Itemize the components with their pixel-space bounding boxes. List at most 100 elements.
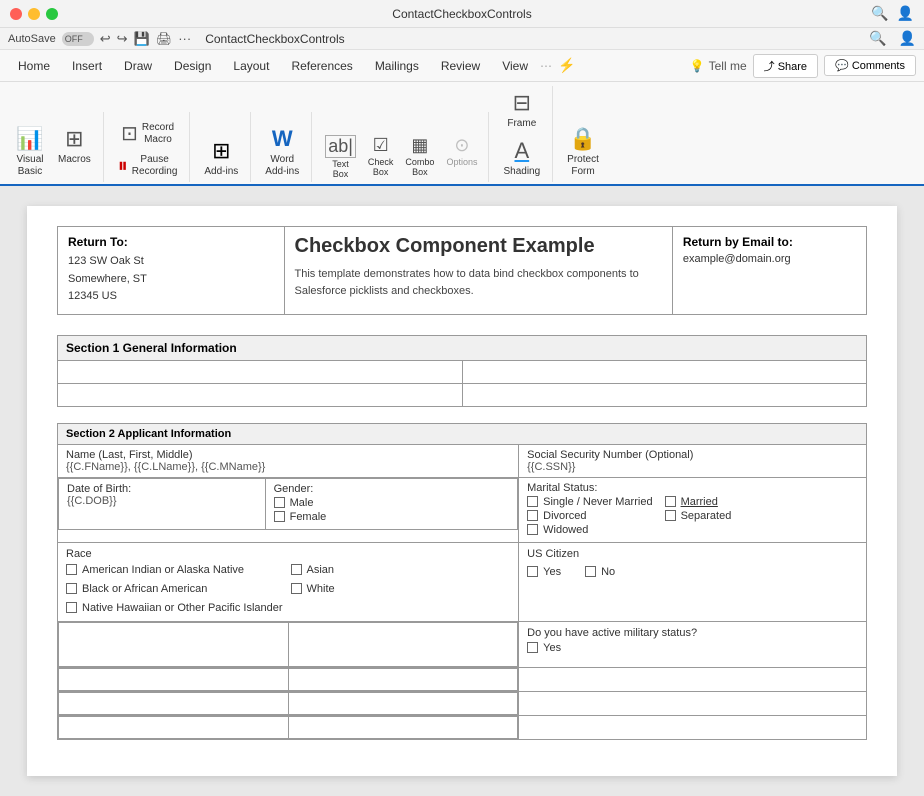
marital-separated-checkbox[interactable] bbox=[665, 510, 676, 521]
toolbar-group-layout: ⊟ Frame A Shading bbox=[495, 86, 553, 182]
pause-recording-icon: ⏸ bbox=[118, 155, 128, 178]
race-nhpi-checkbox[interactable] bbox=[66, 602, 77, 613]
search-icon[interactable]: 🔍 bbox=[871, 5, 888, 22]
race-baa-row: Black or African American bbox=[66, 583, 283, 595]
dob-gender-cell: Date of Birth: {{C.DOB}} Gender: Male bbox=[58, 477, 519, 542]
empty-row1-inner bbox=[58, 668, 518, 691]
marital-cell: Marital Status: Single / Never Married D… bbox=[519, 477, 867, 542]
nav-review[interactable]: Review bbox=[431, 55, 490, 77]
marital-divorced-checkbox[interactable] bbox=[527, 510, 538, 521]
options-button[interactable]: ⊙ Options bbox=[441, 132, 482, 182]
marital-separated-row: Separated bbox=[665, 510, 732, 522]
empty-row3 bbox=[58, 715, 519, 739]
nav-mailings[interactable]: Mailings bbox=[365, 55, 429, 77]
gender-male-checkbox[interactable] bbox=[274, 497, 285, 508]
military-yes-checkbox[interactable] bbox=[527, 642, 538, 653]
ssn-cell: Social Security Number (Optional) {{C.SS… bbox=[519, 444, 867, 477]
pause-recording-button[interactable]: ⏸ PauseRecording bbox=[112, 150, 184, 182]
search-icon-right[interactable]: 🔍 bbox=[869, 30, 886, 47]
nav-draw[interactable]: Draw bbox=[114, 55, 162, 77]
nav-references[interactable]: References bbox=[281, 55, 362, 77]
word-add-ins-button[interactable]: W WordAdd-ins bbox=[259, 122, 305, 182]
email-address: example@domain.org bbox=[683, 253, 856, 265]
marital-married-row: Married bbox=[665, 496, 732, 508]
toolbar-group-addins: ⊞ Add-ins bbox=[196, 112, 251, 182]
military-yes-row: Yes bbox=[527, 642, 858, 654]
gender-male-row: Male bbox=[274, 497, 510, 509]
autosave-bar: AutoSave OFF ↩ ↪ 💾 🖨 ··· ContactCheckbox… bbox=[0, 28, 924, 50]
title-bar: ContactCheckboxControls 🔍 👤 bbox=[0, 0, 924, 28]
protect-form-button[interactable]: 🔒 ProtectForm bbox=[561, 122, 605, 182]
doc-header-title: Checkbox Component Example bbox=[295, 235, 662, 258]
military-yes-label: Yes bbox=[543, 642, 561, 654]
check-box-button[interactable]: ☑ CheckBox bbox=[363, 132, 399, 182]
comments-button[interactable]: 💬 Comments bbox=[824, 55, 916, 76]
citizen-no-checkbox[interactable] bbox=[585, 566, 596, 577]
record-macro-button[interactable]: ⊡ RecordMacro bbox=[115, 117, 180, 150]
marital-single-label: Single / Never Married bbox=[543, 496, 652, 508]
race-col1: American Indian or Alaska Native Black o… bbox=[66, 562, 283, 616]
marital-separated-label: Separated bbox=[681, 510, 732, 522]
text-box-button[interactable]: ab| TextBox bbox=[320, 132, 361, 182]
frame-button[interactable]: ⊟ Frame bbox=[501, 86, 542, 134]
gender-female-checkbox[interactable] bbox=[274, 511, 285, 522]
print-icon[interactable]: 🖨 bbox=[156, 31, 173, 47]
empty-r2c2 bbox=[288, 692, 518, 714]
marital-widowed-label: Widowed bbox=[543, 524, 588, 536]
marital-single-row: Single / Never Married bbox=[527, 496, 652, 508]
race-nhpi-row: Native Hawaiian or Other Pacific Islande… bbox=[66, 602, 283, 614]
autosave-toggle[interactable]: OFF bbox=[62, 32, 94, 46]
empty-row2-inner bbox=[58, 692, 518, 715]
nav-layout[interactable]: Layout bbox=[223, 55, 279, 77]
citizen-cell: US Citizen Yes No bbox=[519, 542, 867, 621]
citizen-yes-label: Yes bbox=[543, 566, 561, 578]
text-box-icon: ab| bbox=[325, 135, 356, 158]
marital-widowed-row: Widowed bbox=[527, 524, 652, 536]
marital-columns: Single / Never Married Divorced Widowed bbox=[527, 494, 858, 538]
redo-icon[interactable]: ↪ bbox=[117, 31, 128, 47]
marital-single-checkbox[interactable] bbox=[527, 496, 538, 507]
name-value: {{C.FName}}, {{C.LName}}, {{C.MName}} bbox=[66, 461, 510, 473]
empty-r3c1 bbox=[59, 716, 289, 738]
macros-button[interactable]: ⊞ Macros bbox=[52, 122, 97, 182]
empty-r3c2 bbox=[288, 716, 518, 738]
race-aian-checkbox[interactable] bbox=[66, 564, 77, 575]
account-icon[interactable]: 👤 bbox=[897, 5, 914, 22]
more-icon[interactable]: ··· bbox=[178, 31, 191, 46]
gender-label: Gender: bbox=[274, 483, 510, 495]
nav-insert[interactable]: Insert bbox=[62, 55, 112, 77]
minimize-button[interactable] bbox=[28, 8, 40, 20]
toolbar-group-word: W WordAdd-ins bbox=[257, 112, 312, 182]
tell-me-field[interactable]: 💡 Tell me bbox=[690, 59, 747, 73]
add-ins-button[interactable]: ⊞ Add-ins bbox=[198, 134, 244, 182]
undo-icon[interactable]: ↩ bbox=[100, 31, 111, 47]
share-button[interactable]: ⤴ Share bbox=[753, 54, 818, 78]
macros-icon: ⊞ bbox=[65, 126, 83, 152]
race-white-checkbox[interactable] bbox=[291, 583, 302, 594]
race-baa-checkbox[interactable] bbox=[66, 583, 77, 594]
maximize-button[interactable] bbox=[46, 8, 58, 20]
section1-row2-col1 bbox=[58, 383, 463, 406]
marital-widowed-checkbox[interactable] bbox=[527, 524, 538, 535]
save-icon[interactable]: 💾 bbox=[134, 31, 150, 47]
nav-home[interactable]: Home bbox=[8, 55, 60, 77]
race-asian-checkbox[interactable] bbox=[291, 564, 302, 575]
citizen-yes-checkbox[interactable] bbox=[527, 566, 538, 577]
shading-button[interactable]: A Shading bbox=[497, 134, 546, 182]
section2-table: Section 2 Applicant Information Name (La… bbox=[57, 423, 867, 740]
race-baa-label: Black or African American bbox=[82, 583, 207, 595]
title-bar-actions: 🔍 👤 bbox=[871, 5, 914, 22]
marital-married-checkbox[interactable] bbox=[665, 496, 676, 507]
visual-basic-button[interactable]: 📊 VisualBasic bbox=[10, 122, 50, 182]
gender-female-row: Female bbox=[274, 511, 510, 523]
close-button[interactable] bbox=[10, 8, 22, 20]
combo-box-button[interactable]: ▦ ComboBox bbox=[400, 132, 439, 182]
empty-left1 bbox=[59, 622, 289, 666]
visual-basic-icon: 📊 bbox=[16, 126, 43, 152]
account-icon-right[interactable]: 👤 bbox=[899, 30, 916, 47]
race-aian-label: American Indian or Alaska Native bbox=[82, 564, 244, 576]
citizen-no-label: No bbox=[601, 566, 615, 578]
marital-right: Married Separated bbox=[665, 494, 732, 538]
nav-design[interactable]: Design bbox=[164, 55, 221, 77]
nav-view[interactable]: View bbox=[492, 55, 538, 77]
